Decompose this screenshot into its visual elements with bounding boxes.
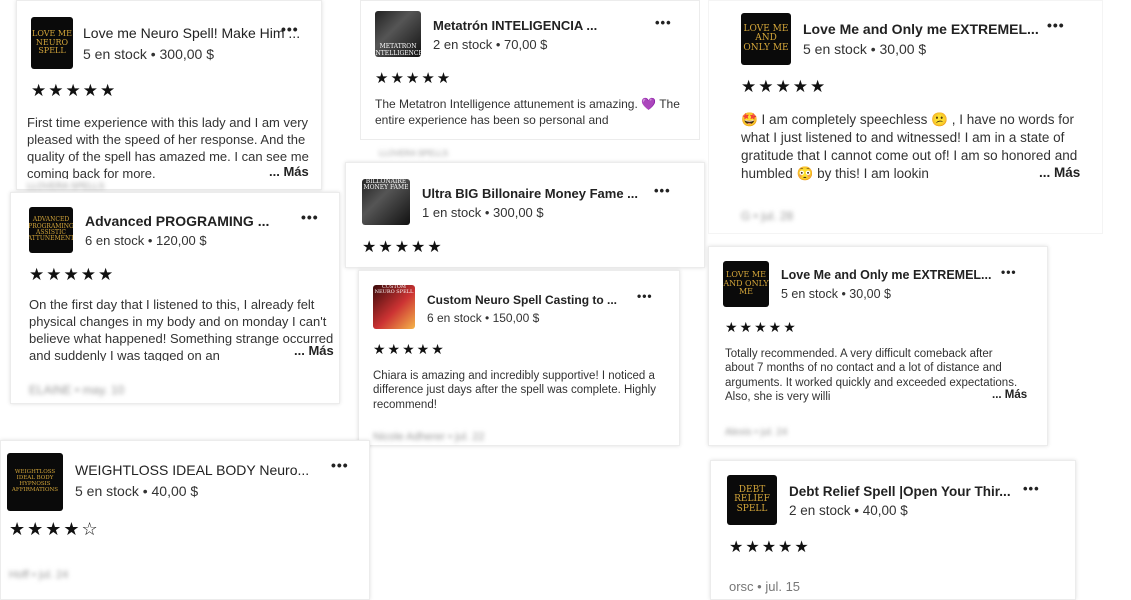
review-body: On the first day that I listened to this… <box>29 297 334 361</box>
rating-stars: ★★★★★ <box>725 319 798 335</box>
rating-stars: ★★★★★ <box>373 341 446 357</box>
product-stock-price: 5 en stock • 30,00 $ <box>803 41 927 57</box>
product-thumbnail[interactable]: WEIGHTLOSS IDEAL BODY HYPNOSIS AFFIRMATI… <box>7 453 63 511</box>
review-meta: G • jul. 28 <box>741 209 794 223</box>
rating-stars: ★★★★★ <box>729 539 811 556</box>
more-options-icon[interactable]: ••• <box>655 15 672 30</box>
review-text: On the first day that I listened to this… <box>29 297 334 361</box>
product-title[interactable]: Ultra BIG Billonaire Money Fame ... <box>422 186 638 201</box>
review-card: CUSTOM NEURO SPELL Custom Neuro Spell Ca… <box>358 270 680 446</box>
product-title[interactable]: Metatrón INTELIGENCIA ... <box>433 18 597 33</box>
product-stock-price: 6 en stock • 120,00 $ <box>85 233 207 248</box>
product-stock-price: 5 en stock • 300,00 $ <box>83 46 214 62</box>
product-title[interactable]: Debt Relief Spell |Open Your Thir... <box>789 484 1011 499</box>
product-thumbnail[interactable]: ADVANCED PROGRAMING ASSISTIC ATTUNEMENT <box>29 207 73 253</box>
more-options-icon[interactable]: ••• <box>1023 481 1040 496</box>
review-text: 🤩 I am completely speechless 😕 , I have … <box>741 111 1086 187</box>
rating-stars: ★★★★★ <box>362 239 444 256</box>
review-card: METATRON INTELLIGENCE Metatrón INTELIGEN… <box>360 0 700 158</box>
review-text: Chiara is amazing and incredibly support… <box>373 369 663 413</box>
rating-stars: ★★★★★ <box>375 70 453 87</box>
product-title[interactable]: Love me Neuro Spell! Make Him ... <box>83 25 300 41</box>
read-more-link[interactable]: ... Más <box>269 164 309 179</box>
review-body: Chiara is amazing and incredibly support… <box>373 370 656 411</box>
product-thumbnail[interactable]: CUSTOM NEURO SPELL <box>373 285 415 329</box>
review-meta: orsc • jul. 15 <box>729 579 801 594</box>
review-card: BILLONAIRE MONEY FAME Ultra BIG Billonai… <box>345 162 705 268</box>
product-stock-price: 6 en stock • 150,00 $ <box>427 311 540 325</box>
more-options-icon[interactable]: ••• <box>331 457 349 473</box>
review-meta: LLOVERA SPELLS <box>379 149 448 158</box>
product-thumbnail[interactable]: METATRON INTELLIGENCE <box>375 11 421 57</box>
read-more-link[interactable]: ... Más <box>294 343 334 358</box>
rating-stars: ★★★★★ <box>31 81 118 100</box>
product-stock-price: 1 en stock • 300,00 $ <box>422 205 544 220</box>
review-body: First time experience with this lady and… <box>27 115 309 179</box>
product-stock-price: 5 en stock • 40,00 $ <box>75 483 199 499</box>
more-options-icon[interactable]: ••• <box>637 289 653 303</box>
review-card: WEIGHTLOSS IDEAL BODY HYPNOSIS AFFIRMATI… <box>0 440 370 600</box>
review-text: Totally recommended. A very difficult co… <box>725 347 1021 405</box>
product-title[interactable]: Advanced PROGRAMING ... <box>85 213 269 229</box>
review-meta: Hoff • jul. 24 <box>9 569 69 581</box>
more-options-icon[interactable]: ••• <box>654 183 671 198</box>
product-thumbnail[interactable]: LOVE ME AND ONLY ME <box>741 13 791 65</box>
review-card: ADVANCED PROGRAMING ASSISTIC ATTUNEMENT … <box>10 192 340 404</box>
product-thumbnail[interactable]: LOVE ME AND ONLY ME <box>723 261 769 307</box>
review-meta: ELAINE • may. 10 <box>29 383 125 397</box>
rating-stars: ★★★★★ <box>29 265 116 284</box>
read-more-link[interactable]: ... Más <box>992 389 1027 401</box>
review-body: The Metatron Intelligence attunement is … <box>375 97 680 127</box>
more-options-icon[interactable]: ••• <box>301 209 319 225</box>
review-body: Totally recommended. A very difficult co… <box>725 348 1018 404</box>
more-options-icon[interactable]: ••• <box>1047 17 1065 33</box>
product-title[interactable]: Love Me and Only me EXTREMEL... <box>803 21 1039 37</box>
read-more-link[interactable]: ... Más <box>1039 165 1080 180</box>
product-stock-price: 2 en stock • 40,00 $ <box>789 503 908 518</box>
product-stock-price: 2 en stock • 70,00 $ <box>433 37 548 52</box>
review-card: LOVE ME AND ONLY ME Love Me and Only me … <box>708 0 1103 234</box>
review-text: The Metatron Intelligence attunement is … <box>375 97 691 133</box>
product-thumbnail[interactable]: DEBT RELIEF SPELL <box>727 475 777 525</box>
more-options-icon[interactable]: ••• <box>281 21 299 37</box>
product-title[interactable]: WEIGHTLOSS IDEAL BODY Neuro... <box>75 462 309 478</box>
review-card: LOVE ME AND ONLY ME Love Me and Only me … <box>708 246 1048 446</box>
rating-stars: ★★★★★ <box>741 77 828 96</box>
review-body: 🤩 I am completely speechless 😕 , I have … <box>741 112 1078 181</box>
review-meta: Nicole Adherer • jul. 22 <box>373 431 485 443</box>
product-thumbnail[interactable]: BILLONAIRE MONEY FAME <box>362 179 410 225</box>
product-thumbnail[interactable]: LOVE ME NEURO SPELL <box>31 17 73 69</box>
product-stock-price: 5 en stock • 30,00 $ <box>781 287 892 301</box>
product-title[interactable]: Custom Neuro Spell Casting to ... <box>427 293 617 307</box>
more-options-icon[interactable]: ••• <box>1001 265 1017 279</box>
review-meta: LLOVERA SPELLS <box>27 181 105 191</box>
review-card: LOVE ME NEURO SPELL Love me Neuro Spell!… <box>16 0 322 191</box>
product-title[interactable]: Love Me and Only me EXTREMEL... <box>781 268 991 282</box>
review-meta: Alexis • jul. 24 <box>725 427 788 438</box>
review-card: DEBT RELIEF SPELL Debt Relief Spell |Ope… <box>710 460 1076 600</box>
rating-stars: ★★★★☆ <box>9 519 100 539</box>
